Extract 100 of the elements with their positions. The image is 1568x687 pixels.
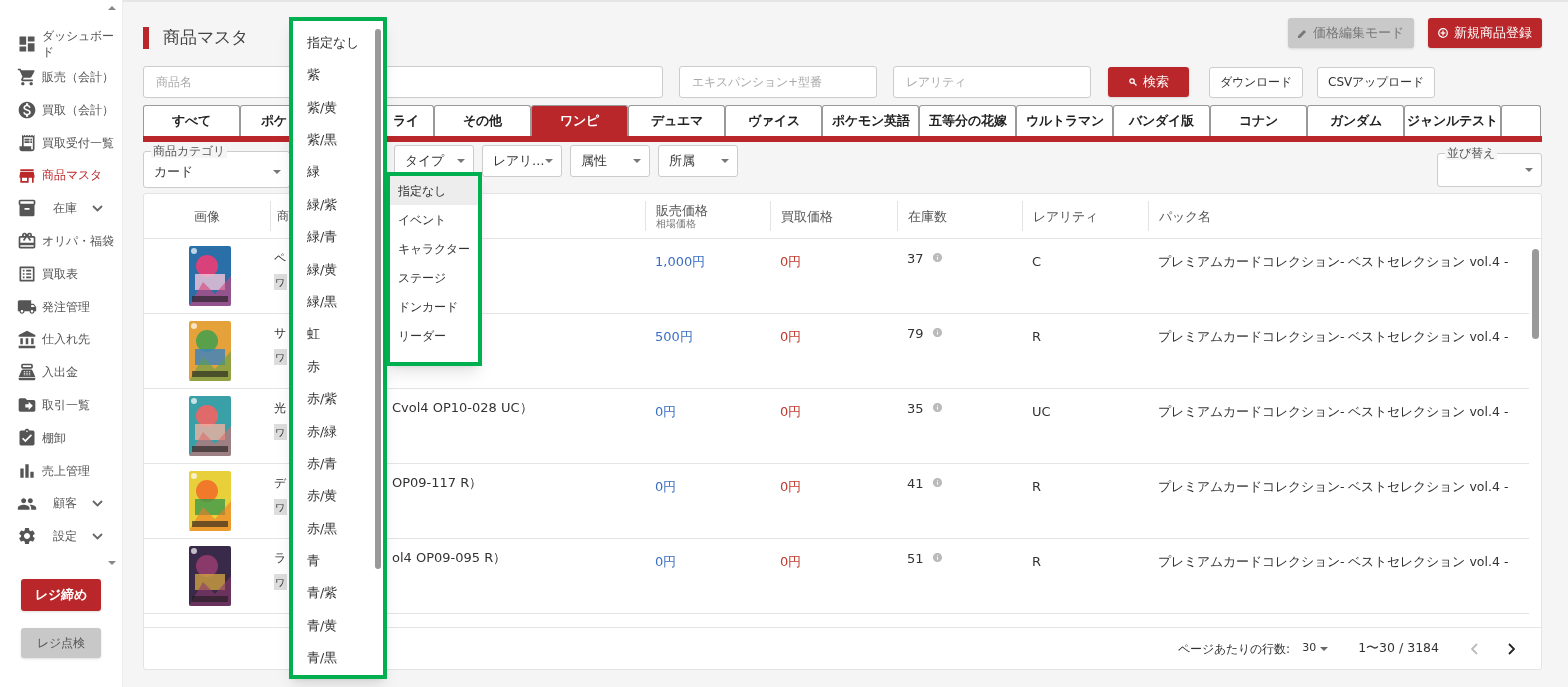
sidebar-label: 買取表 <box>42 265 79 283</box>
csv-upload-button[interactable]: CSVアップロード <box>1317 66 1436 98</box>
dollar-coin-icon <box>17 100 37 120</box>
menu-item[interactable]: 赤 <box>293 350 373 384</box>
tab[interactable] <box>1501 105 1541 136</box>
tab[interactable]: コナン <box>1210 105 1307 136</box>
tab[interactable]: デュエマ <box>628 105 725 136</box>
menu-item[interactable]: 青/黒 <box>293 642 373 675</box>
rows-per-page-select[interactable]: 30 <box>1302 640 1329 657</box>
tab[interactable]: ヴァイス <box>725 105 822 136</box>
sidebar-item[interactable]: 在庫 <box>17 192 118 225</box>
menu-item[interactable]: ステージ <box>390 263 478 292</box>
info-icon <box>931 327 943 338</box>
search-field[interactable]: エキスパンション+型番 <box>679 66 877 98</box>
menu-item[interactable]: 緑/青 <box>293 221 373 254</box>
pack-name: プレミアムカードコレクション- ベストセレクション vol.4 - <box>1158 554 1509 569</box>
buy-price: 0円 <box>780 254 802 269</box>
search-field[interactable]: レアリティ <box>893 66 1091 98</box>
menu-item[interactable]: 赤/紫 <box>293 383 373 416</box>
menu-item[interactable]: 緑/紫 <box>293 188 373 222</box>
settings-icon <box>17 526 37 547</box>
product-name: 光 <box>274 400 286 417</box>
buy-price: 0円 <box>780 479 802 494</box>
sidebar-label: ダッシュボード <box>42 28 115 61</box>
stock-count: 51 <box>907 550 924 568</box>
scrollbar-thumb[interactable] <box>375 29 381 569</box>
sidebar-item[interactable]: オリパ・福袋 <box>17 224 118 258</box>
search-button[interactable]: 検索 <box>1108 67 1189 97</box>
close-register-button[interactable]: レジ締め <box>21 578 101 611</box>
download-button[interactable]: ダウンロード <box>1209 66 1303 98</box>
sidebar-item[interactable]: 買取（会計） <box>17 93 118 127</box>
sidebar-item[interactable]: 商品マスタ <box>17 159 118 192</box>
column-header: 買取価格 <box>781 208 833 224</box>
genre-tag: ワ <box>274 274 287 290</box>
register-check-button[interactable]: レジ点検 <box>21 627 101 658</box>
tab[interactable]: バンダイ版 <box>1113 105 1210 136</box>
sidebar-item[interactable]: ダッシュボード <box>17 28 118 61</box>
sidebar-item[interactable]: 取引一覧 <box>17 388 118 422</box>
menu-item[interactable]: ドンカード <box>390 292 478 321</box>
menu-item[interactable]: 緑/黒 <box>293 286 373 319</box>
product-name: サ <box>274 325 286 342</box>
search-icon <box>1128 78 1137 86</box>
product-name: Cvol4 OP10-028 UC） <box>392 399 533 418</box>
sidebar-item[interactable]: 棚卸 <box>17 421 118 455</box>
cash-register-icon <box>17 362 37 383</box>
menu-item[interactable]: 青/黄 <box>293 610 373 643</box>
menu-item[interactable]: イベント <box>390 205 478 234</box>
tab[interactable]: ジャンルテスト <box>1404 105 1501 136</box>
tab[interactable]: その他 <box>434 105 531 136</box>
genre-tag: ワ <box>274 424 287 440</box>
menu-item[interactable]: 赤/黄 <box>293 480 373 513</box>
cart-icon <box>17 67 37 88</box>
menu-item[interactable]: 虹 <box>293 318 373 351</box>
scrollbar-thumb[interactable] <box>1531 249 1539 339</box>
filter-select[interactable]: 所属 <box>658 145 738 177</box>
sidebar-item[interactable]: 発注管理 <box>17 290 118 324</box>
menu-item[interactable]: リーダー <box>390 321 478 350</box>
column-subheader: 相場価格 <box>656 218 696 229</box>
chevron-down-icon <box>92 500 103 508</box>
menu-item[interactable]: 緑/黄 <box>293 253 373 287</box>
stock-count: 35 <box>907 400 924 418</box>
sidebar-label: 設定 <box>52 528 78 545</box>
menu-item[interactable]: 青 <box>293 545 373 578</box>
tab[interactable]: ウルトラマン <box>1016 105 1113 136</box>
tab[interactable]: すべて <box>143 105 240 136</box>
info-icon <box>931 402 943 413</box>
sale-price: 0円 <box>655 479 677 494</box>
genre-tag: ワ <box>274 499 287 515</box>
tab[interactable]: ガンダム <box>1307 105 1404 136</box>
dropdown-arrow-icon <box>545 159 553 163</box>
column-header: 画像 <box>194 208 220 224</box>
sidebar-label: 棚卸 <box>42 429 67 447</box>
sidebar-label: 入出金 <box>42 364 79 381</box>
menu-item[interactable]: 赤/青 <box>293 448 373 481</box>
tab[interactable]: 五等分の花嫁 <box>919 105 1016 136</box>
sidebar-item[interactable]: 仕入れ先 <box>17 323 118 356</box>
filter-select[interactable]: レアリ… <box>482 145 562 177</box>
sidebar-item[interactable]: 顧客 <box>17 487 118 520</box>
menu-item[interactable]: 指定なし <box>293 27 373 60</box>
sidebar-item[interactable]: 設定 <box>17 519 118 553</box>
info-icon <box>931 477 943 488</box>
product-name: ol4 OP09-095 R） <box>392 549 507 568</box>
sidebar-item[interactable]: 買取受付一覧 <box>17 126 118 160</box>
menu-item[interactable]: キャラクター <box>390 234 478 263</box>
sidebar-item[interactable]: 入出金 <box>17 355 118 389</box>
buy-price: 0円 <box>780 329 802 344</box>
tab[interactable]: ポケモン英語 <box>822 105 919 136</box>
tab[interactable]: ワンピ <box>531 105 628 136</box>
sidebar-item[interactable]: 買取表 <box>17 257 118 291</box>
sidebar-item[interactable]: 売上管理 <box>17 454 118 488</box>
filter-select[interactable]: 属性 <box>570 145 650 177</box>
new-product-button[interactable]: 新規商品登録 <box>1428 18 1542 48</box>
menu-item[interactable]: 緑 <box>293 156 373 189</box>
menu-item[interactable]: 青/紫 <box>293 577 373 611</box>
sidebar-item[interactable]: 販売（会計） <box>17 60 118 94</box>
rarity: R <box>1032 329 1042 344</box>
menu-item[interactable]: 赤/黒 <box>293 512 373 546</box>
menu-item[interactable]: 赤/緑 <box>293 415 373 449</box>
sidebar-label: 顧客 <box>52 495 78 512</box>
menu-item[interactable]: 指定なし <box>390 176 478 205</box>
